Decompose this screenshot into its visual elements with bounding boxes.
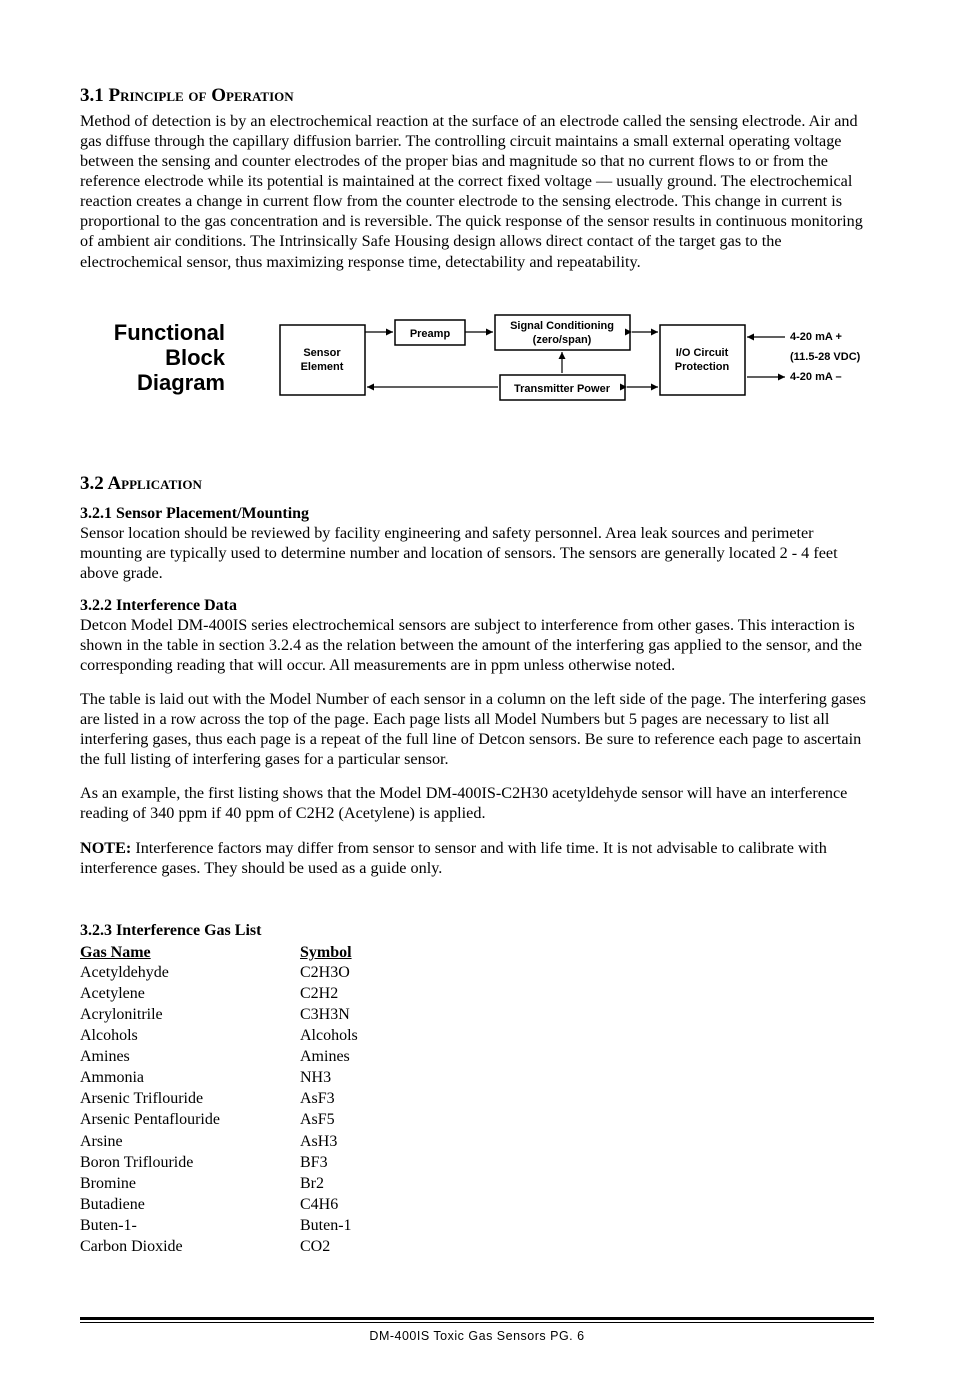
gas-name-cell: Bromine — [80, 1173, 300, 1194]
gas-symbol-cell: Br2 — [300, 1173, 324, 1194]
gas-name-cell: Acrylonitrile — [80, 1004, 300, 1025]
footer-text: DM-400IS Toxic Gas Sensors PG. 6 — [80, 1329, 874, 1343]
section-3-2-1-heading: 3.2.1 Sensor Placement/Mounting — [80, 505, 874, 523]
gas-symbol-cell: NH3 — [300, 1067, 331, 1088]
diagram-io-l1: I/O Circuit — [676, 347, 729, 359]
gas-name-cell: Amines — [80, 1046, 300, 1067]
gas-symbol-cell: Buten-1 — [300, 1215, 352, 1236]
table-row: ArsineAsH3 — [80, 1131, 874, 1152]
section-3-1-number: 3.1 — [80, 85, 104, 106]
section-3-1-heading: 3.1 Principle of Operation — [80, 85, 874, 107]
gas-name-cell: Carbon Dioxide — [80, 1236, 300, 1257]
table-row: ButadieneC4H6 — [80, 1194, 874, 1215]
section-3-2-2-body-3: As an example, the first listing shows t… — [80, 783, 874, 823]
gas-symbol-cell: C3H3N — [300, 1004, 350, 1025]
gas-name-cell: Boron Triflouride — [80, 1152, 300, 1173]
gas-name-cell: Ammonia — [80, 1067, 300, 1088]
section-3-2-2-heading: 3.2.2 Interference Data — [80, 597, 874, 615]
section-3-2-3-heading: 3.2.3 Interference Gas List — [80, 922, 874, 940]
table-row: Carbon DioxideCO2 — [80, 1236, 874, 1257]
diagram-title-1: Functional — [114, 320, 225, 345]
table-row: AcetyleneC2H2 — [80, 983, 874, 1004]
table-row: Buten-1-Buten-1 — [80, 1215, 874, 1236]
table-header-row: Gas Name Symbol — [80, 944, 874, 962]
footer-rule-thick — [80, 1317, 874, 1320]
interference-gas-table: Gas Name Symbol AcetyldehydeC2H3OAcetyle… — [80, 944, 874, 1258]
gas-symbol-cell: AsF3 — [300, 1088, 335, 1109]
note-label: NOTE: — [80, 839, 131, 857]
gas-symbol-cell: C2H2 — [300, 983, 338, 1004]
section-3-2-title: Application — [107, 473, 201, 494]
gas-name-cell: Butadiene — [80, 1194, 300, 1215]
section-3-1-body: Method of detection is by an electrochem… — [80, 111, 874, 272]
section-3-2-heading: 3.2 Application — [80, 473, 874, 495]
functional-block-diagram: Functional Block Diagram Sensor Element … — [80, 310, 874, 425]
gas-name-cell: Arsine — [80, 1131, 300, 1152]
section-3-2-2-body-1: Detcon Model DM-400IS series electrochem… — [80, 615, 874, 675]
diagram-label-420-minus: 4-20 mA – — [790, 371, 842, 383]
gas-symbol-cell: Amines — [300, 1046, 350, 1067]
gas-name-cell: Acetyldehyde — [80, 962, 300, 983]
gas-name-cell: Alcohols — [80, 1025, 300, 1046]
diagram-preamp: Preamp — [410, 328, 451, 340]
section-3-1-title: Principle of Operation — [109, 85, 294, 106]
table-row: AmmoniaNH3 — [80, 1067, 874, 1088]
gas-symbol-cell: C4H6 — [300, 1194, 338, 1215]
col-header-symbol: Symbol — [300, 944, 352, 962]
footer-rule-thin — [80, 1322, 874, 1323]
gas-symbol-cell: BF3 — [300, 1152, 328, 1173]
gas-name-cell: Buten-1- — [80, 1215, 300, 1236]
section-3-2-1-body: Sensor location should be reviewed by fa… — [80, 523, 874, 583]
gas-name-cell: Arsenic Triflouride — [80, 1088, 300, 1109]
diagram-sensor-l2: Element — [301, 361, 344, 373]
table-row: AcetyldehydeC2H3O — [80, 962, 874, 983]
gas-symbol-cell: AsH3 — [300, 1131, 337, 1152]
gas-symbol-cell: Alcohols — [300, 1025, 358, 1046]
diagram-label-vdc: (11.5-28 VDC) — [790, 351, 861, 363]
note-paragraph: NOTE: Interference factors may differ fr… — [80, 838, 874, 878]
col-header-gas-name: Gas Name — [80, 944, 300, 962]
section-3-2-2-body-2: The table is laid out with the Model Num… — [80, 689, 874, 769]
diagram-label-420-plus: 4-20 mA + — [790, 331, 842, 343]
gas-name-cell: Acetylene — [80, 983, 300, 1004]
table-row: BromineBr2 — [80, 1173, 874, 1194]
diagram-power: Transmitter Power — [514, 383, 611, 395]
diagram-title-2: Block — [165, 345, 226, 370]
table-row: AlcoholsAlcohols — [80, 1025, 874, 1046]
gas-symbol-cell: AsF5 — [300, 1109, 335, 1130]
diagram-signal-l2: (zero/span) — [533, 334, 592, 346]
gas-symbol-cell: CO2 — [300, 1236, 330, 1257]
diagram-sensor-l1: Sensor — [303, 347, 341, 359]
gas-name-cell: Arsenic Pentaflouride — [80, 1109, 300, 1130]
diagram-io-l2: Protection — [675, 361, 730, 373]
diagram-signal-l1: Signal Conditioning — [510, 320, 614, 332]
table-row: Arsenic TriflourideAsF3 — [80, 1088, 874, 1109]
section-3-2-number: 3.2 — [80, 473, 104, 494]
table-row: Boron TriflourideBF3 — [80, 1152, 874, 1173]
diagram-title-3: Diagram — [137, 370, 225, 395]
note-body: Interference factors may differ from sen… — [80, 839, 827, 877]
table-row: Arsenic PentaflourideAsF5 — [80, 1109, 874, 1130]
gas-symbol-cell: C2H3O — [300, 962, 350, 983]
table-row: AminesAmines — [80, 1046, 874, 1067]
table-row: AcrylonitrileC3H3N — [80, 1004, 874, 1025]
